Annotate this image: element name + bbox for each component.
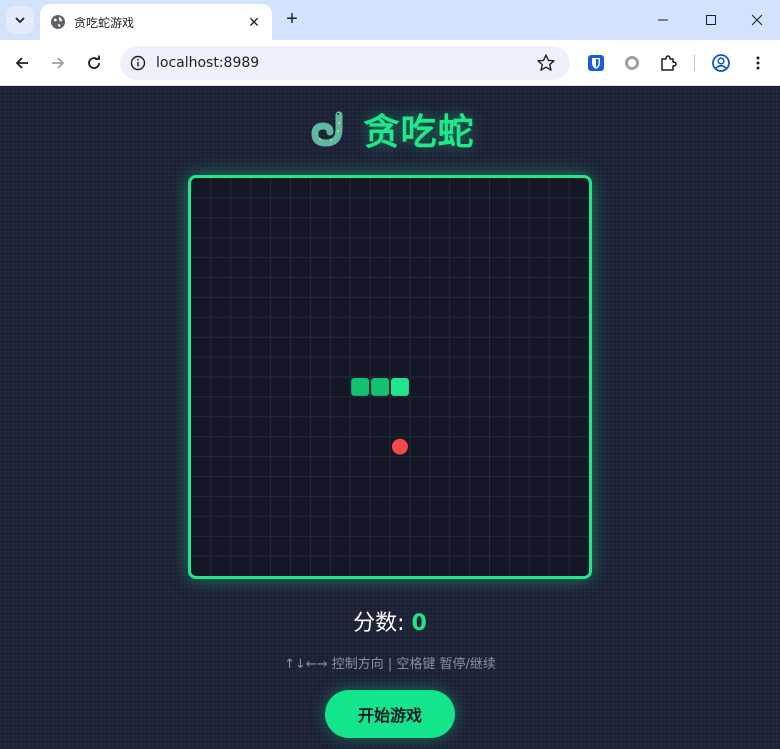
game-title: 贪吃蛇 xyxy=(0,105,780,153)
close-icon[interactable]: ✕ xyxy=(246,14,262,30)
address-bar[interactable]: localhost:8989 xyxy=(120,46,570,80)
food-item xyxy=(392,438,408,455)
bitwarden-icon[interactable] xyxy=(586,53,606,73)
score-display: 分数: 0 xyxy=(0,605,780,637)
star-icon[interactable] xyxy=(536,53,556,73)
plus-icon[interactable]: + xyxy=(280,8,304,32)
snake-segment xyxy=(371,378,389,396)
back-icon[interactable] xyxy=(8,49,36,77)
game-board[interactable] xyxy=(188,175,592,579)
url-text[interactable]: localhost:8989 xyxy=(156,55,536,71)
snake-head xyxy=(391,378,409,396)
start-game-button[interactable]: 开始游戏 xyxy=(325,690,455,738)
tab-title: 贪吃蛇游戏 xyxy=(74,15,135,30)
game-page: 贪吃蛇 分数: 0 ↑↓←→ 控制方向 | 空格键 暂停/继续 开始游戏 xyxy=(0,87,780,749)
puzzle-icon[interactable] xyxy=(658,53,678,73)
page-title: 贪吃蛇 xyxy=(363,112,475,153)
game-canvas xyxy=(191,178,589,576)
toolbar-separator xyxy=(694,55,695,71)
menu-icon[interactable] xyxy=(748,53,768,73)
info-icon[interactable] xyxy=(130,55,146,71)
minimize-icon[interactable] xyxy=(640,0,686,40)
snake-icon xyxy=(311,111,343,147)
reload-icon[interactable] xyxy=(80,49,108,77)
browser-toolbar: localhost:8989 xyxy=(0,40,780,86)
extension-circle-icon[interactable] xyxy=(622,53,642,73)
maximize-icon[interactable] xyxy=(688,0,734,40)
score-value: 0 xyxy=(411,611,427,636)
tab-search-icon[interactable] xyxy=(6,6,34,34)
browser-tab[interactable]: 贪吃蛇游戏 ✕ xyxy=(40,4,272,40)
snake-segment xyxy=(351,378,370,396)
browser-tab-bar: 贪吃蛇游戏 ✕ + xyxy=(0,0,780,40)
window-close-icon[interactable] xyxy=(734,0,780,40)
globe-icon xyxy=(51,15,65,29)
forward-icon[interactable] xyxy=(44,49,72,77)
score-label: 分数: xyxy=(353,611,405,636)
controls-hint: ↑↓←→ 控制方向 | 空格键 暂停/继续 xyxy=(284,657,496,672)
profile-icon[interactable] xyxy=(711,53,731,73)
